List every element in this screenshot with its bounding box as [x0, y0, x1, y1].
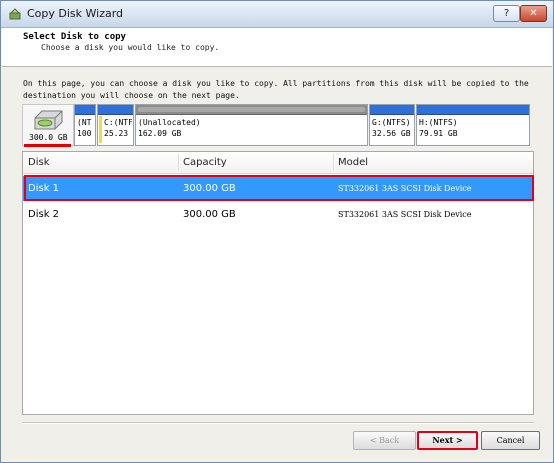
footer-divider	[22, 422, 534, 424]
disk-map-disk-tile[interactable]: 300.0 GB	[22, 104, 74, 147]
window-title: Copy Disk Wizard	[27, 7, 124, 20]
page-subtitle: Choose a disk you would like to copy.	[41, 43, 220, 52]
disk-list-table[interactable]: Disk Capacity Model Disk 1 300.00 GB ST3…	[22, 151, 534, 415]
partition-size: 162.09 GB	[138, 129, 182, 138]
copy-disk-wizard-window: Copy Disk Wizard ? ✕ Select Disk to copy…	[0, 0, 554, 463]
partition-bar	[98, 105, 133, 115]
wizard-header: Select Disk to copy Choose a disk you wo…	[2, 28, 552, 67]
next-button[interactable]: Next >	[417, 431, 478, 450]
disk-size-label: 300.0 GB	[29, 133, 68, 142]
partition-block[interactable]: G:(NTFS) 32.56 GB	[369, 104, 415, 146]
partition-size: 100	[77, 129, 92, 138]
column-divider[interactable]	[333, 154, 334, 171]
partition-size: 79.91 GB	[419, 129, 458, 138]
partition-block[interactable]: H:(NTFS) 79.91 GB	[416, 104, 530, 146]
wizard-app-icon	[9, 8, 21, 20]
partition-label: (Unallocated)	[138, 118, 201, 127]
column-header-capacity[interactable]: Capacity	[183, 157, 227, 168]
table-header: Disk Capacity Model	[23, 152, 533, 174]
partition-block-unallocated[interactable]: (Unallocated) 162.09 GB	[135, 104, 368, 146]
page-title: Select Disk to copy	[23, 32, 126, 42]
capacity-cell: 300.00 GB	[183, 209, 236, 220]
back-button[interactable]: < Back	[353, 431, 416, 450]
intro-text: On this page, you can choose a disk you …	[23, 79, 529, 100]
column-header-disk[interactable]: Disk	[28, 157, 49, 168]
column-header-model[interactable]: Model	[338, 157, 368, 168]
table-row[interactable]: Disk 2 300.00 GB ST332061 3AS SCSI Disk …	[23, 202, 533, 227]
partition-size: 25.23	[104, 129, 129, 138]
partition-block[interactable]: (NT 100	[74, 104, 96, 146]
disk-map: 300.0 GB (NT 100 C:(NTF 25.23 (Unallocat…	[22, 104, 532, 147]
partition-label: C:(NTF	[104, 118, 132, 127]
disk-name-cell: Disk 2	[28, 209, 60, 220]
partition-bar	[75, 105, 95, 115]
selection-highlight-box	[24, 175, 534, 201]
partition-label: H:(NTFS)	[419, 118, 458, 127]
cancel-button[interactable]: Cancel	[481, 431, 540, 450]
partition-label: G:(NTFS)	[372, 118, 411, 127]
title-bar[interactable]: Copy Disk Wizard ? ✕	[1, 1, 553, 28]
close-button[interactable]: ✕	[520, 5, 547, 22]
partition-label: (NT	[77, 118, 92, 127]
partition-bar	[417, 105, 529, 115]
partition-used-indicator	[99, 116, 102, 143]
help-button[interactable]: ?	[493, 5, 520, 22]
partition-block[interactable]: C:(NTF 25.23	[97, 104, 134, 146]
model-cell: ST332061 3AS SCSI Disk Device	[338, 210, 472, 219]
disk-size-underline	[24, 144, 71, 147]
partition-size: 32.56 GB	[372, 129, 411, 138]
hard-disk-icon	[34, 110, 63, 130]
column-divider[interactable]	[178, 154, 179, 171]
partition-bar	[370, 105, 414, 115]
partition-bar	[136, 105, 367, 115]
